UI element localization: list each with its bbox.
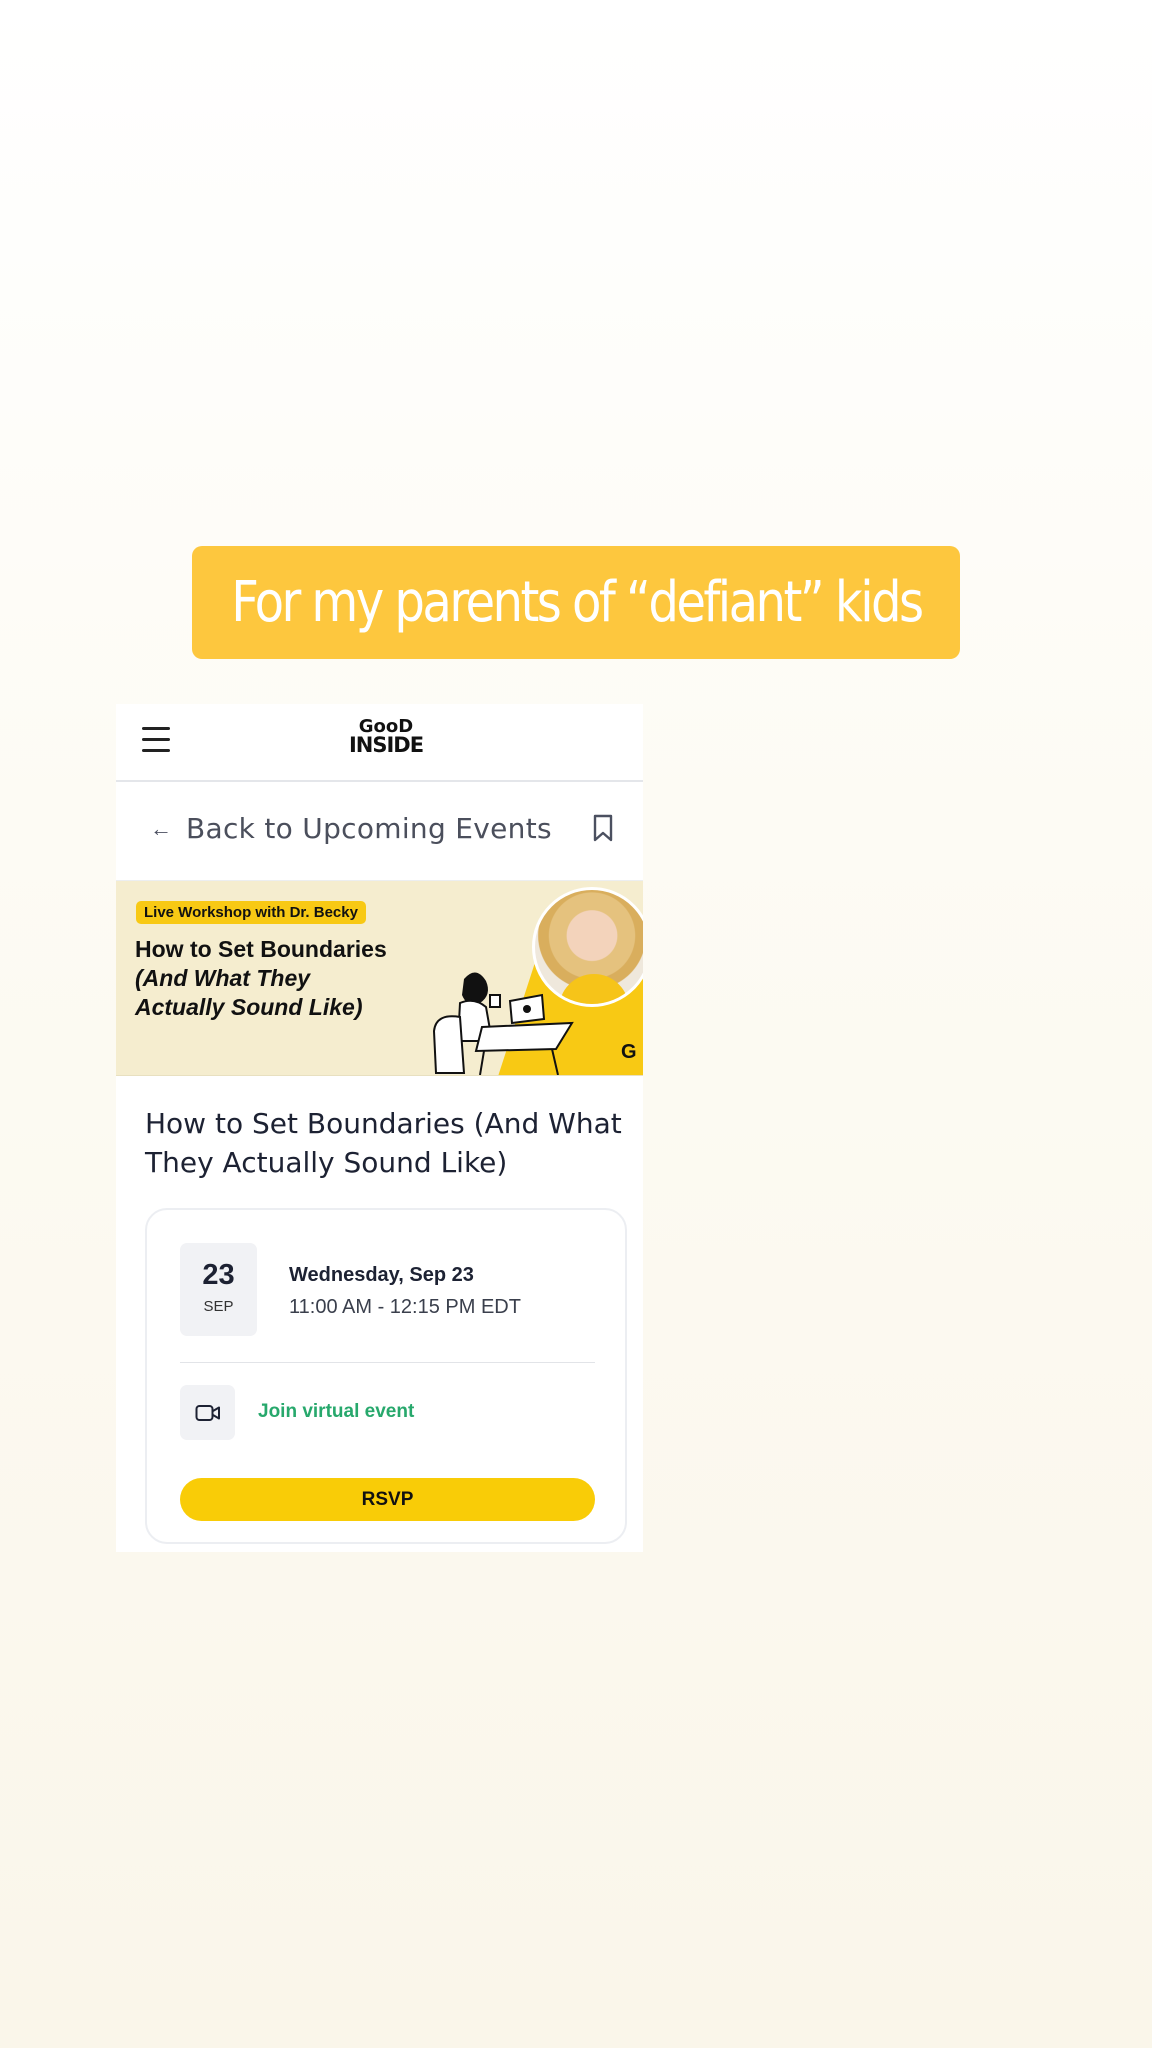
date-month: SEP [203,1298,234,1315]
host-shirt [559,974,629,1004]
top-bar: GooD INSIDE [116,704,643,782]
banner-title-line-1: How to Set Boundaries [135,936,387,962]
event-title: How to Set Boundaries (And What They Act… [145,1107,622,1179]
brand-logo[interactable]: GooD INSIDE [346,718,426,757]
event-date: Wednesday, Sep 23 [289,1264,474,1286]
banner-tag: Live Workshop with Dr. Becky [136,901,366,924]
video-camera-icon[interactable] [180,1385,235,1440]
event-banner-image: Live Workshop with Dr. Becky How to Set … [116,881,643,1076]
banner-corner-mark: G [621,1041,637,1063]
arrow-left-icon[interactable]: ← [150,816,172,842]
date-badge: 23 SEP [180,1243,257,1336]
rsvp-button[interactable]: RSVP [180,1478,595,1521]
video-camera-glyph [195,1404,220,1421]
date-day: 23 [202,1259,235,1291]
logo-line-2: INSIDE [348,733,424,757]
app-screenshot: GooD INSIDE ← Back to Upcoming Events Li… [116,704,643,1552]
back-to-events-link[interactable]: Back to Upcoming Events [186,812,552,845]
event-time: 11:00 AM - 12:15 PM EDT [289,1296,521,1318]
host-photo [532,887,643,1007]
event-details-card: 23 SEP Wednesday, Sep 23 11:00 AM - 12:1… [145,1208,627,1544]
card-divider [180,1362,595,1363]
hamburger-icon[interactable] [142,727,170,753]
back-row: ← Back to Upcoming Events [116,782,643,881]
banner-title-line-2: (And What They [135,965,311,991]
join-virtual-event-link[interactable]: Join virtual event [258,1401,414,1423]
bookmark-icon[interactable] [592,814,614,842]
story-caption-text: For my parents of “defiant” kids [230,570,924,635]
banner-title: How to Set Boundaries (And What They Act… [135,935,387,1022]
banner-title-line-3: Actually Sound Like) [135,994,363,1020]
story-caption: For my parents of “defiant” kids [192,546,960,659]
